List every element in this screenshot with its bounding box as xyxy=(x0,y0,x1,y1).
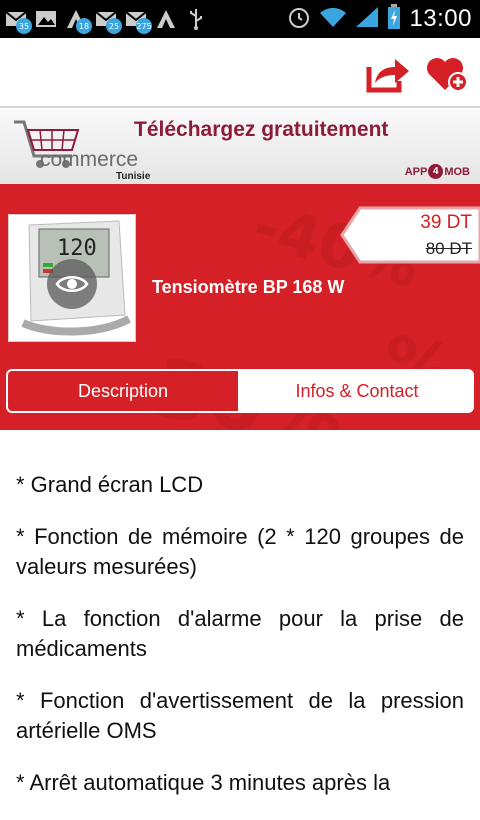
description-item: * Grand écran LCD xyxy=(16,472,204,497)
status-bar: 35 18 25 275 13:00 xyxy=(0,0,480,38)
notification-count: 25 xyxy=(106,18,122,34)
heart-plus-icon[interactable] xyxy=(424,50,472,96)
usb-icon xyxy=(184,8,208,30)
signal-icon xyxy=(355,6,379,32)
tab-bar: Description Infos & Contact xyxy=(6,369,474,415)
description-item: * Fonction d'avertissement de la pressio… xyxy=(16,688,464,743)
product-image[interactable]: 120 xyxy=(8,214,136,342)
notification-count: 35 xyxy=(16,18,32,34)
description-item: * Arrêt automatique 3 minutes après la xyxy=(16,770,391,795)
share-icon[interactable] xyxy=(364,50,412,96)
status-right: 13:00 xyxy=(287,4,472,34)
old-price: 80 DT xyxy=(425,239,472,258)
image-icon xyxy=(34,8,58,30)
banner-title: Téléchargez gratuitement xyxy=(134,118,389,141)
ad-banner[interactable]: Téléchargez gratuitement commerce Tunisi… xyxy=(0,106,480,184)
notification-icons: 35 18 25 275 xyxy=(4,4,208,34)
wifi-icon xyxy=(319,6,347,32)
banner-subtitle: Tunisie xyxy=(116,171,151,182)
a-icon: 18 xyxy=(64,8,92,34)
notification-count: 18 xyxy=(76,18,92,34)
a-icon xyxy=(154,8,178,30)
tab-description[interactable]: Description xyxy=(6,369,240,413)
gmail-icon: 35 xyxy=(4,8,32,34)
current-price: 39 DT xyxy=(420,212,472,233)
alarm-icon xyxy=(287,5,311,33)
device-reading: 120 xyxy=(57,236,97,261)
clock: 13:00 xyxy=(409,5,472,32)
description-list: * Grand écran LCD * Fonction de mémoire … xyxy=(16,470,464,820)
description-item: * Fonction de mémoire (2 * 120 groupes d… xyxy=(16,524,464,579)
product-header: -40% 30% % 120 39 DT 80 DT Tensiomètre B… xyxy=(0,184,480,430)
banner-brand: commerce xyxy=(40,148,139,171)
notification-count: 275 xyxy=(136,18,152,34)
app4mob-logo: APP 4 MOB xyxy=(404,164,470,179)
battery-icon xyxy=(387,4,401,34)
description-item: * La fonction d'alarme pour la prise de … xyxy=(16,606,464,661)
action-bar xyxy=(0,38,480,106)
product-name: Tensiomètre BP 168 W xyxy=(152,277,345,297)
price-tag: 39 DT 80 DT xyxy=(340,206,480,264)
view-icon[interactable] xyxy=(47,259,97,309)
tab-infos-contact[interactable]: Infos & Contact xyxy=(240,369,474,413)
gmail-icon: 25 xyxy=(94,8,122,34)
gmail-icon: 275 xyxy=(124,8,152,34)
